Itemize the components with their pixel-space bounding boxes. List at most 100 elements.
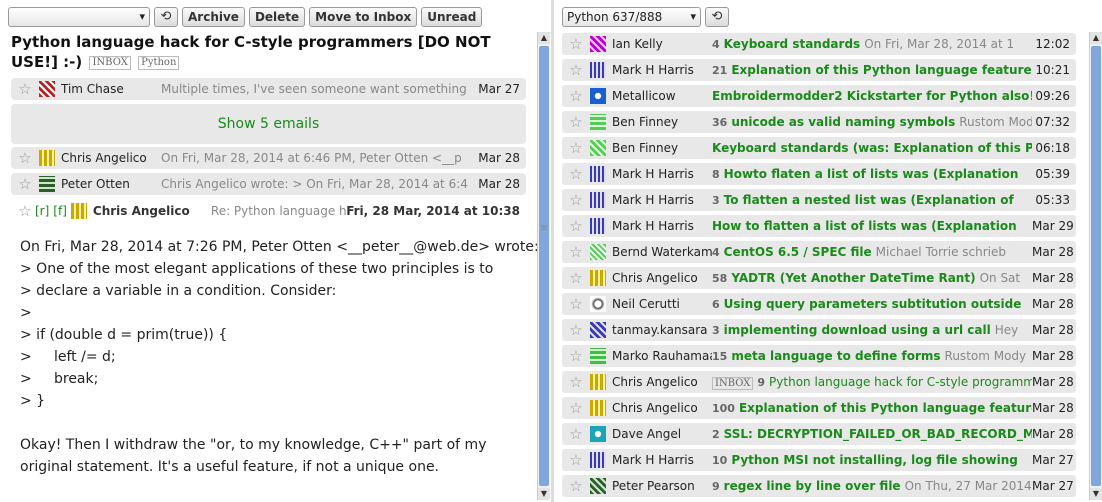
row-subject: Keyboard standards (was: Explanation of … [712,141,1032,155]
row-count: 4 [712,38,720,51]
star-icon[interactable]: ☆ [566,295,586,313]
star-icon[interactable]: ☆ [15,175,35,193]
refresh-button[interactable]: ⟲ [705,7,729,27]
star-icon[interactable]: ☆ [566,477,586,495]
message-list-row[interactable]: ☆ Ben Finney 36 unicode as valid naming sym… [562,111,1076,133]
row-subject: Using query parameters subtitution outsi… [723,297,1022,311]
message-list-row[interactable]: ☆ Marko Rauhamaa 15 meta language to define… [562,345,1076,367]
star-icon[interactable]: ☆ [566,451,586,469]
message-list-row[interactable]: ☆ Ian Kelly 4 Keyboard standards On Fri, Mar… [562,33,1076,55]
row-summary: 9 regex line by line over file On Thu, 27 … [712,479,1032,493]
scroll-thumb[interactable] [539,46,549,486]
tag-inbox[interactable]: INBOX [89,56,131,70]
message-row[interactable]: ☆ Peter Otten Chris Angelico wrote: > On… [11,173,526,195]
star-icon[interactable]: ☆ [566,61,586,79]
row-count: 21 [712,64,728,77]
message-list-row[interactable]: ☆ Metallicow Embroidermodder2 Kickstarter … [562,85,1076,107]
tag-python[interactable]: Python [138,56,180,70]
star-icon[interactable]: ☆ [566,425,586,443]
star-icon[interactable]: ☆ [566,347,586,365]
star-icon[interactable]: ☆ [15,80,35,98]
message-list-row[interactable]: ☆ Mark H Harris 21 Explanation of this Pyth… [562,59,1076,81]
reply-link[interactable]: [r] [35,204,49,218]
message-list-row[interactable]: ☆ Chris Angelico INBOX 9 Python language hac… [562,371,1076,393]
star-icon[interactable]: ☆ [566,87,586,105]
row-from: Mark H Harris [612,453,694,467]
avatar [590,348,606,364]
message-list-row[interactable]: ☆ Mark H Harris 8 Howto flaten a list of li… [562,163,1076,185]
star-icon[interactable]: ☆ [566,165,586,183]
avatar [39,150,55,166]
scroll-up-icon[interactable]: ▲ [538,32,550,44]
message-list-row[interactable]: ☆ Chris Angelico 58 YADTR (Yet Another Date… [562,267,1076,289]
message-list-row[interactable]: ☆ Dave Angel 2 SSL: DECRYPTION_FAILED_OR_BA… [562,423,1076,445]
star-icon[interactable]: ☆ [566,139,586,157]
delete-button[interactable]: Delete [248,7,306,27]
row-time: 09:26 [1035,89,1070,103]
message-list-row[interactable]: ☆ Bernd Waterkamp 4 CentOS 6.5 / SPEC file M… [562,241,1076,263]
thread-scrollbar[interactable]: ▲ ▼ [537,32,550,500]
row-time: 07:32 [1035,115,1070,129]
unread-button[interactable]: Unread [421,7,483,27]
star-icon[interactable]: ☆ [566,243,586,261]
folder-select[interactable] [8,7,150,27]
move-to-inbox-button[interactable]: Move to Inbox [309,7,418,27]
message-row[interactable]: ☆ Tim Chase Multiple times, I've seen so… [11,78,526,100]
row-subject: Keyboard standards [723,37,861,51]
message-list-row[interactable]: ☆ Chris Angelico 100 Explanation of this Py… [562,397,1076,419]
row-time: Mar 27 [1032,479,1074,493]
avatar [590,400,606,416]
message-row[interactable]: ☆ Chris Angelico On Fri, Mar 28, 2014 at… [11,147,526,169]
message-list-row[interactable]: ☆ tanmay.kansara 3 implementing download us… [562,319,1076,341]
row-summary: 21 Explanation of this Python language fe… [712,63,1032,77]
row-summary: 100 Explanation of this Python language f… [712,401,1032,415]
message-list-row[interactable]: ☆ Mark H Harris How to flatten a list of l… [562,215,1076,237]
show-more-button[interactable]: Show 5 emails [11,104,526,144]
avatar [39,81,55,97]
star-icon[interactable]: ☆ [566,35,586,53]
scroll-down-icon[interactable]: ▼ [538,488,550,500]
message-list-row[interactable]: ☆ Ben Finney Keyboard standards (was: Expl… [562,137,1076,159]
star-icon[interactable]: ☆ [566,321,586,339]
refresh-button[interactable]: ⟲ [154,7,178,27]
row-summary: 2 SSL: DECRYPTION_FAILED_OR_BAD_RECORD_MA… [712,427,1032,441]
message-from: Peter Otten [61,177,130,191]
star-icon[interactable]: ☆ [15,202,35,220]
scroll-down-icon[interactable]: ▼ [1090,488,1102,500]
message-list-row[interactable]: ☆ Mark H Harris 3 To flatten a nested list … [562,189,1076,211]
row-from: Mark H Harris [612,219,694,233]
star-icon[interactable]: ☆ [566,191,586,209]
avatar [39,176,55,192]
star-icon[interactable]: ☆ [15,149,35,167]
row-time: Mar 28 [1032,271,1074,285]
avatar [590,374,606,390]
star-icon[interactable]: ☆ [566,217,586,235]
row-time: Mar 28 [1032,349,1074,363]
message-date: Mar 28 [478,177,520,191]
forward-link[interactable]: [f] [53,204,67,218]
row-from: Ben Finney [612,141,679,155]
star-icon[interactable]: ☆ [566,373,586,391]
splitter-grip-icon[interactable]: ≡ [537,224,551,234]
message-list-row[interactable]: ☆ Mark H Harris 10 Python MSI not installin… [562,449,1076,471]
scroll-up-icon[interactable]: ▲ [1090,32,1102,44]
message-list-row[interactable]: ☆ Neil Cerutti 6 Using query parameters sub… [562,293,1076,315]
scroll-thumb[interactable] [1091,46,1101,486]
message-snippet: On Fri, Mar 28, 2014 at 6:46 PM, Peter O… [161,151,462,165]
row-from: tanmay.kansara [612,323,708,337]
archive-button[interactable]: Archive [182,7,245,27]
message-date: Mar 27 [478,82,520,96]
avatar [590,322,606,338]
avatar [590,166,606,182]
row-preview: On Thu, 27 Mar 2014 [904,479,1032,493]
message-list-row[interactable]: ☆ Peter Pearson 9 regex line by line over f… [562,475,1076,497]
star-icon[interactable]: ☆ [566,269,586,287]
avatar [590,452,606,468]
avatar [590,270,606,286]
folder-select[interactable]: Python 637/888 [562,7,701,27]
star-icon[interactable]: ☆ [566,399,586,417]
list-scrollbar[interactable]: ▲ ▼ [1089,32,1102,500]
star-icon[interactable]: ☆ [566,113,586,131]
row-count: 15 [712,350,728,363]
row-summary: 6 Using query parameters subtitution outs… [712,297,1032,311]
